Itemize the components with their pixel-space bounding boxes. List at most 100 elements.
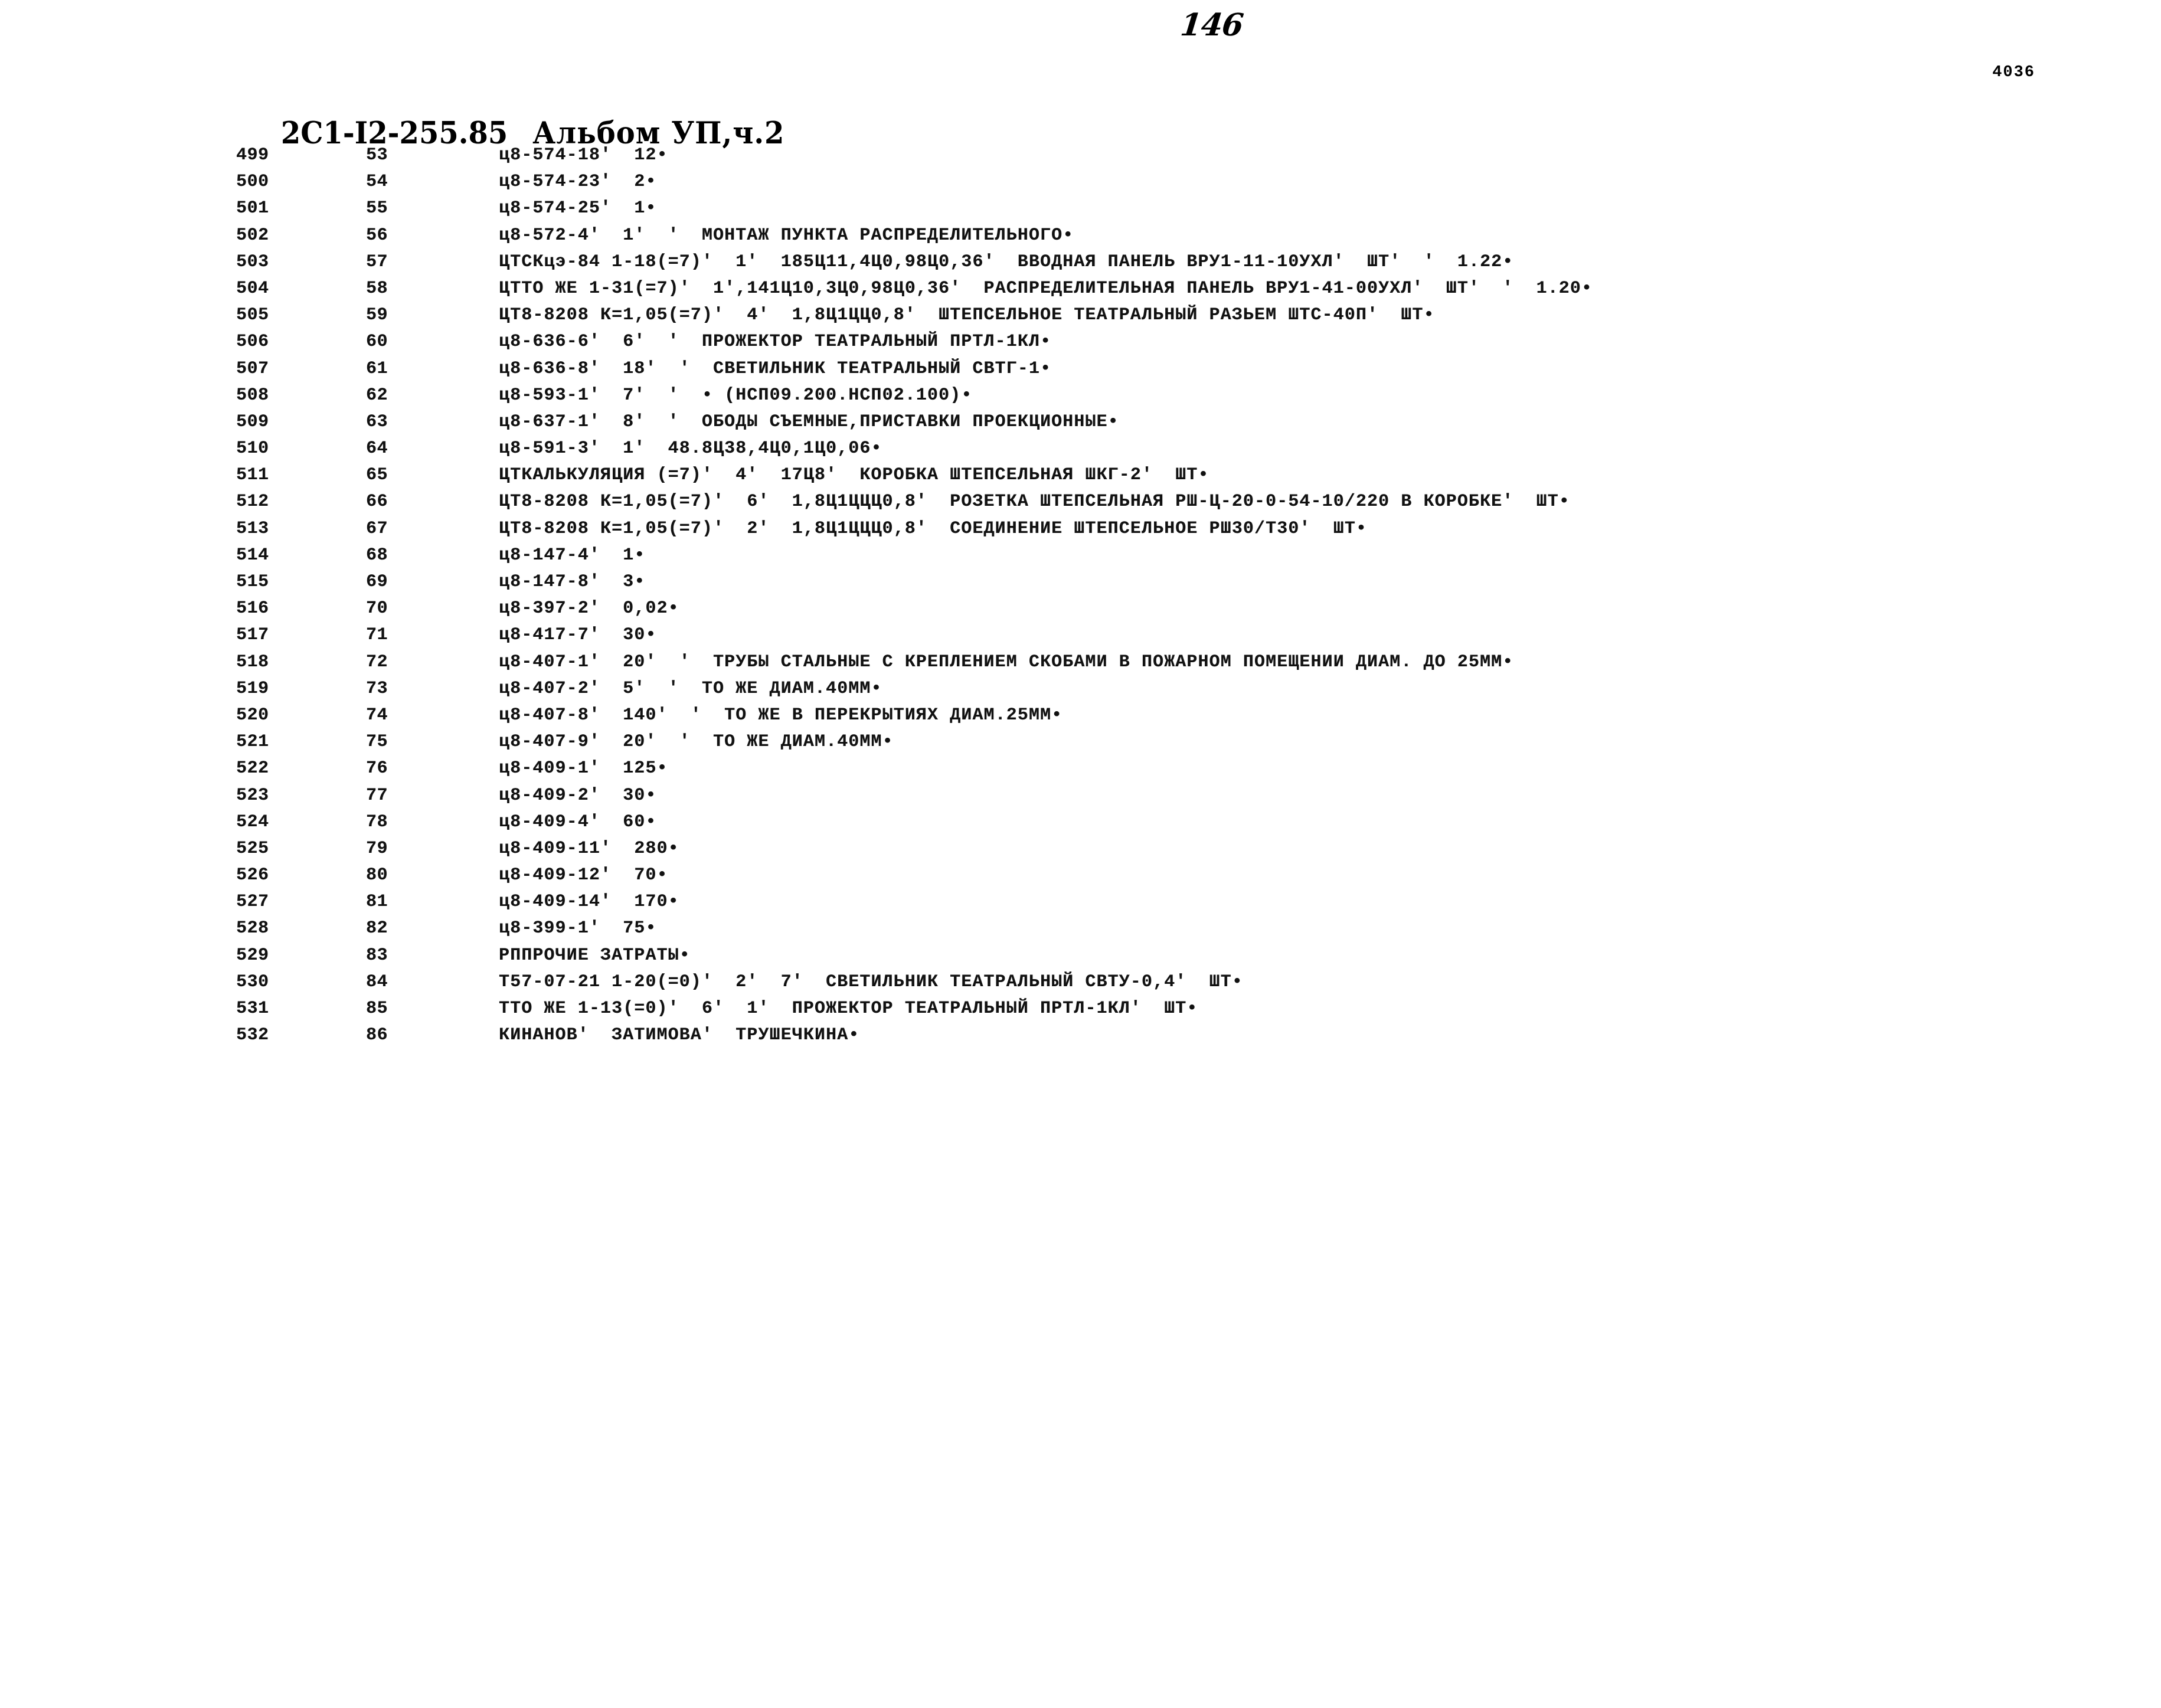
row-description: ц8-399-1' 75•	[499, 918, 657, 939]
row-sequence-number: 504	[236, 278, 269, 299]
row-item-number: 71	[366, 625, 388, 646]
row-description: ц8-407-8' 140' ' ТО ЖЕ В ПЕРЕКРЫТИЯХ ДИА…	[499, 705, 1063, 725]
row-sequence-number: 520	[236, 705, 269, 725]
row-description: ЦТКАЛЬКУЛЯЦИЯ (=7)' 4' 17Ц8' КОРОБКА ШТЕ…	[499, 465, 1209, 486]
row-sequence-number: 521	[236, 732, 269, 752]
table-row: 500 54 ц8-574-23' 2•	[0, 172, 2161, 198]
table-row: 505 59 ЦТ8-8208 К=1,05(=7)' 4' 1,8Ц1ЦЦ0,8'…	[0, 305, 2161, 332]
row-sequence-number: 513	[236, 518, 269, 539]
table-row: 507 61 ц8-636-8' 18' ' СВЕТИЛЬНИК ТЕАТРАЛЬ…	[0, 359, 2161, 385]
row-description: ц8-409-14' 170•	[499, 892, 679, 912]
row-description: ц8-591-3' 1' 48.8Ц38,4Ц0,1Ц0,06•	[499, 439, 882, 459]
row-item-number: 84	[366, 971, 388, 992]
row-sequence-number: 505	[236, 305, 269, 326]
table-row: 504 58 ЦТТО ЖЕ 1-31(=7)' 1',141Ц10,3Ц0,98Ц…	[0, 279, 2161, 305]
table-row: 508 62 ц8-593-1' 7' ' • (НСП09.200.НСП02.1…	[0, 385, 2161, 412]
row-item-number: 75	[366, 732, 388, 752]
table-row: 532 86 КИНАНОВ' ЗАТИМОВА' ТРУШЕЧКИНА•	[0, 1025, 2161, 1052]
row-description: ц8-409-11' 280•	[499, 838, 679, 859]
table-row: 506 60 ц8-636-6' 6' ' ПРОЖЕКТОР ТЕАТРАЛЬНЫ…	[0, 332, 2161, 358]
row-item-number: 68	[366, 545, 388, 565]
row-item-number: 72	[366, 652, 388, 672]
table-row: 501 55 ц8-574-25' 1•	[0, 198, 2161, 225]
row-description: ц8-574-25' 1•	[499, 198, 657, 219]
row-sequence-number: 507	[236, 358, 269, 379]
table-row: 520 74 ц8-407-8' 140' ' ТО ЖЕ В ПЕРЕКРЫТИЯ…	[0, 705, 2161, 732]
row-description: ц8-574-23' 2•	[499, 172, 657, 192]
row-sequence-number: 516	[236, 598, 269, 619]
row-item-number: 67	[366, 518, 388, 539]
row-sequence-number: 514	[236, 545, 269, 565]
row-sequence-number: 517	[236, 625, 269, 646]
row-sequence-number: 500	[236, 172, 269, 192]
row-item-number: 73	[366, 678, 388, 699]
row-sequence-number: 502	[236, 225, 269, 246]
table-row: 513 67 ЦТ8-8208 К=1,05(=7)' 2' 1,8Ц1ЦЦЦ0,8…	[0, 519, 2161, 545]
row-description: ц8-593-1' 7' ' • (НСП09.200.НСП02.100)•	[499, 385, 973, 405]
row-description: ц8-417-7' 30•	[499, 625, 657, 646]
row-sequence-number: 525	[236, 838, 269, 859]
row-sequence-number: 510	[236, 439, 269, 459]
row-item-number: 78	[366, 812, 388, 832]
table-row: 509 63 ц8-637-1' 8' ' ОБОДЫ СЪЕМНЫЕ,ПРИСТА…	[0, 412, 2161, 439]
table-row: 511 65 ЦТКАЛЬКУЛЯЦИЯ (=7)' 4' 17Ц8' КОРОБК…	[0, 465, 2161, 492]
table-row: 523 77 ц8-409-2' 30•	[0, 786, 2161, 812]
row-sequence-number: 532	[236, 1025, 269, 1046]
row-description: ц8-407-9' 20' ' ТО ЖЕ ДИАМ.40ММ•	[499, 732, 894, 752]
row-description: ц8-636-6' 6' ' ПРОЖЕКТОР ТЕАТРАЛЬНЫЙ ПРТ…	[499, 332, 1052, 352]
handwritten-page-number: 146	[1178, 7, 1245, 43]
row-sequence-number: 508	[236, 385, 269, 405]
row-description: ЦТ8-8208 К=1,05(=7)' 6' 1,8Ц1ЦЦЦ0,8' РОЗ…	[499, 492, 1570, 512]
row-item-number: 66	[366, 492, 388, 512]
row-description: ц8-637-1' 8' ' ОБОДЫ СЪЕМНЫЕ,ПРИСТАВКИ П…	[499, 411, 1119, 432]
row-description: ц8-409-12' 70•	[499, 865, 668, 886]
row-sequence-number: 526	[236, 865, 269, 886]
table-row: 514 68 ц8-147-4' 1•	[0, 545, 2161, 572]
row-item-number: 65	[366, 465, 388, 486]
row-sequence-number: 523	[236, 785, 269, 806]
row-sequence-number: 506	[236, 332, 269, 352]
table-row: 519 73 ц8-407-2' 5' ' ТО ЖЕ ДИАМ.40ММ•	[0, 679, 2161, 705]
row-sequence-number: 524	[236, 812, 269, 832]
row-item-number: 59	[366, 305, 388, 326]
row-item-number: 74	[366, 705, 388, 725]
table-row: 510 64 ц8-591-3' 1' 48.8Ц38,4Ц0,1Ц0,06•	[0, 439, 2161, 465]
table-row: 528 82 ц8-399-1' 75•	[0, 918, 2161, 945]
row-item-number: 62	[366, 385, 388, 405]
row-description: КИНАНОВ' ЗАТИМОВА' ТРУШЕЧКИНА•	[499, 1025, 860, 1046]
row-sequence-number: 515	[236, 572, 269, 592]
row-item-number: 77	[366, 785, 388, 806]
table-row: 515 69 ц8-147-8' 3•	[0, 572, 2161, 598]
row-sequence-number: 509	[236, 411, 269, 432]
row-item-number: 57	[366, 251, 388, 272]
table-row: 524 78 ц8-409-4' 60•	[0, 812, 2161, 839]
table-row: 531 85 ТТО ЖЕ 1-13(=0)' 6' 1' ПРОЖЕКТОР ТЕ…	[0, 999, 2161, 1025]
row-item-number: 76	[366, 758, 388, 779]
table-row: 502 56 ц8-572-4' 1' ' МОНТАЖ ПУНКТА РАСПРЕ…	[0, 225, 2161, 252]
row-sequence-number: 499	[236, 145, 269, 165]
row-item-number: 86	[366, 1025, 388, 1046]
row-sequence-number: 518	[236, 652, 269, 672]
row-item-number: 83	[366, 945, 388, 966]
row-sequence-number: 528	[236, 918, 269, 939]
row-item-number: 56	[366, 225, 388, 246]
row-sequence-number: 503	[236, 251, 269, 272]
row-sequence-number: 529	[236, 945, 269, 966]
row-item-number: 69	[366, 572, 388, 592]
row-sequence-number: 512	[236, 492, 269, 512]
row-item-number: 55	[366, 198, 388, 219]
table-row: 527 81 ц8-409-14' 170•	[0, 892, 2161, 918]
table-row: 518 72 ц8-407-1' 20' ' ТРУБЫ СТАЛЬНЫЕ С КР…	[0, 652, 2161, 679]
row-description: ц8-409-2' 30•	[499, 785, 657, 806]
row-sequence-number: 519	[236, 678, 269, 699]
top-right-code: 4036	[1992, 64, 2035, 81]
row-item-number: 63	[366, 411, 388, 432]
table-row: 503 57 ЦТСКцэ-84 1-18(=7)' 1' 185Ц11,4Ц0,9…	[0, 252, 2161, 279]
row-item-number: 58	[366, 278, 388, 299]
table-row: 526 80 ц8-409-12' 70•	[0, 865, 2161, 892]
row-sequence-number: 511	[236, 465, 269, 486]
row-description: ц8-147-4' 1•	[499, 545, 646, 565]
row-description: ц8-409-4' 60•	[499, 812, 657, 832]
row-item-number: 79	[366, 838, 388, 859]
row-description: ц8-636-8' 18' ' СВЕТИЛЬНИК ТЕАТРАЛЬНЫЙ С…	[499, 358, 1052, 379]
